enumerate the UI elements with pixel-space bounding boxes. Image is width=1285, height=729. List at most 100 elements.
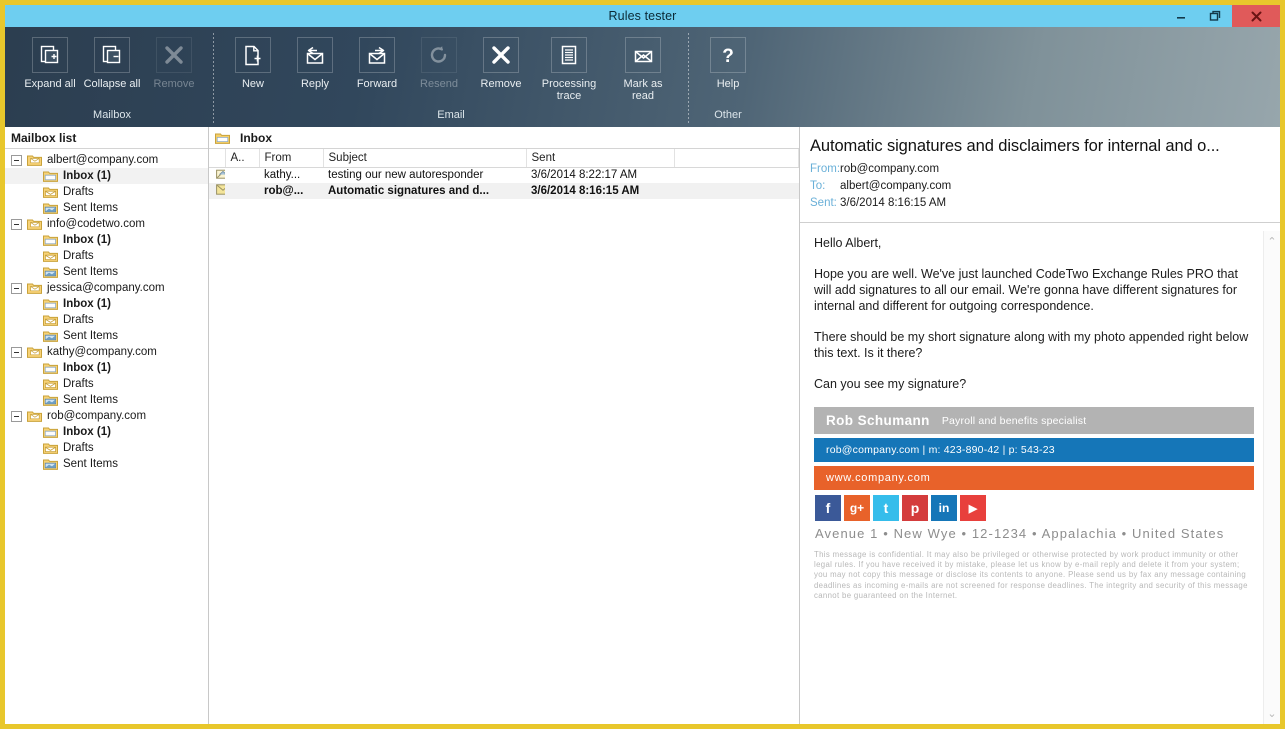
mailbox-folder-row[interactable]: Sent Items [5, 456, 208, 472]
remove-email-button[interactable]: Remove [470, 33, 532, 91]
table-row[interactable]: rob@... Automatic signatures and d... 3/6/… [209, 183, 799, 199]
document-lines-icon [551, 37, 587, 73]
column-header-icon[interactable] [209, 149, 226, 168]
mailbox-folder-row[interactable]: Inbox (1) [5, 168, 208, 184]
mailbox-account-row[interactable]: rob@company.com [5, 408, 208, 424]
mailbox-account-row[interactable]: info@codetwo.com [5, 216, 208, 232]
youtube-icon[interactable]: ▶ [960, 495, 986, 521]
mailbox-folder-row[interactable]: Drafts [5, 312, 208, 328]
legal-disclaimer: This message is confidential. It may als… [814, 550, 1248, 600]
mailbox-folder-row[interactable]: Drafts [5, 440, 208, 456]
mailbox-account-row[interactable]: jessica@company.com [5, 280, 208, 296]
pinterest-icon[interactable]: p [902, 495, 928, 521]
mailbox-folder-row[interactable]: Sent Items [5, 264, 208, 280]
window-controls [1164, 5, 1280, 27]
message-from-cell: kathy... [264, 169, 301, 182]
sent-folder-icon [43, 331, 58, 342]
collapse-expander-icon[interactable] [11, 218, 22, 230]
message-subject-cell: Automatic signatures and d... [323, 183, 526, 199]
column-header-filler[interactable] [674, 149, 799, 168]
mailbox-folder-label: Drafts [63, 378, 94, 390]
collapse-all-icon [94, 37, 130, 73]
mailbox-folder-row[interactable]: Sent Items [5, 392, 208, 408]
minimize-button[interactable] [1164, 5, 1198, 27]
forward-label: Forward [356, 78, 398, 90]
linkedin-icon[interactable]: in [931, 495, 957, 521]
signature-website-bar[interactable]: www.company.com [814, 466, 1254, 490]
collapse-expander-icon[interactable] [11, 410, 22, 422]
mailbox-folder-label: Inbox (1) [63, 170, 111, 182]
mailbox-account-row[interactable]: kathy@company.com [5, 344, 208, 360]
signature-contact: rob@company.com | m: 423-890-42 | p: 543… [826, 444, 1055, 456]
column-header-from[interactable]: From [259, 149, 324, 168]
processing-trace-button[interactable]: Processing trace [532, 33, 606, 102]
mailbox-folder-label: Drafts [63, 250, 94, 262]
message-filler-cell [674, 167, 799, 183]
help-button[interactable]: ? Help [697, 33, 759, 91]
reading-pane-scrollbar[interactable]: ⌃ ⌄ [1263, 231, 1280, 724]
mark-as-read-button[interactable]: Mark as read [606, 33, 680, 102]
message-from-cell: rob@... [259, 183, 323, 199]
mailbox-tree: albert@company.com Inbox (1) Drafts Sent It… [5, 149, 208, 724]
message-subject: Automatic signatures and disclaimers for… [810, 137, 1220, 155]
mailbox-folder-row[interactable]: Inbox (1) [5, 360, 208, 376]
drafts-folder-icon [43, 315, 58, 326]
body-paragraph: Hope you are well. We've just launched C… [814, 267, 1238, 313]
table-row[interactable]: kathy... testing our new autoresponder 3/6… [209, 167, 799, 183]
expand-all-label: Expand all [24, 78, 76, 90]
message-table: A.. From Subject Sent kathy... testing ou… [209, 149, 799, 199]
inbox-folder-icon [43, 299, 58, 310]
to-value: albert@company.com [840, 180, 952, 192]
mailbox-account-row[interactable]: albert@company.com [5, 152, 208, 168]
reading-pane-header: Automatic signatures and disclaimers for… [800, 127, 1280, 223]
reply-button[interactable]: Reply [284, 33, 346, 91]
close-button[interactable] [1232, 5, 1280, 27]
ribbon-separator-1 [213, 33, 214, 123]
drafts-folder-icon [43, 251, 58, 262]
mailbox-folder-row[interactable]: Inbox (1) [5, 296, 208, 312]
mailbox-account-label: rob@company.com [47, 410, 147, 422]
forward-icon [359, 37, 395, 73]
message-type-cell [209, 183, 225, 199]
column-header-subject[interactable]: Subject [323, 149, 527, 168]
title-bar: Rules tester [5, 5, 1280, 27]
scroll-up-icon[interactable]: ⌃ [1267, 231, 1276, 252]
collapse-all-button[interactable]: Collapse all [81, 33, 143, 91]
email-signature: Rob Schumann Payroll and benefits specia… [814, 407, 1254, 601]
column-header-sent[interactable]: Sent [526, 149, 675, 168]
scroll-down-icon[interactable]: ⌄ [1267, 703, 1276, 724]
account-folder-icon [27, 283, 42, 294]
restore-button[interactable] [1198, 5, 1232, 27]
new-email-button[interactable]: New [222, 33, 284, 91]
mailbox-folder-label: Sent Items [63, 202, 118, 214]
mailbox-folder-row[interactable]: Inbox (1) [5, 232, 208, 248]
sent-folder-icon [43, 203, 58, 214]
sent-folder-icon [43, 459, 58, 470]
forward-button[interactable]: Forward [346, 33, 408, 91]
mailbox-folder-row[interactable]: Drafts [5, 248, 208, 264]
collapse-expander-icon[interactable] [11, 346, 22, 358]
facebook-icon[interactable]: f [815, 495, 841, 521]
collapse-expander-icon[interactable] [11, 154, 22, 166]
expand-all-button[interactable]: Expand all [19, 33, 81, 91]
column-header-attachment[interactable]: A.. [225, 149, 260, 168]
from-label: From: [810, 163, 841, 175]
ribbon-group-label-mailbox: Mailbox [93, 109, 131, 121]
message-filler-cell [674, 183, 799, 199]
mailbox-folder-row[interactable]: Sent Items [5, 328, 208, 344]
message-table-header-row: A.. From Subject Sent [209, 149, 799, 168]
twitter-icon[interactable]: t [873, 495, 899, 521]
remove-mailbox-button[interactable]: Remove [143, 33, 205, 91]
mailbox-folder-row[interactable]: Drafts [5, 184, 208, 200]
help-label: Help [716, 78, 740, 90]
from-value: rob@company.com [840, 163, 940, 175]
mailbox-folder-row[interactable]: Sent Items [5, 200, 208, 216]
collapse-expander-icon[interactable] [11, 282, 22, 294]
message-attachment-cell [225, 183, 259, 199]
mailbox-folder-row[interactable]: Inbox (1) [5, 424, 208, 440]
resend-button[interactable]: Resend [408, 33, 470, 91]
googleplus-icon[interactable]: g+ [844, 495, 870, 521]
question-mark-icon: ? [710, 37, 746, 73]
mailbox-folder-row[interactable]: Drafts [5, 376, 208, 392]
message-table-body: kathy... testing our new autoresponder 3/6… [209, 167, 799, 199]
